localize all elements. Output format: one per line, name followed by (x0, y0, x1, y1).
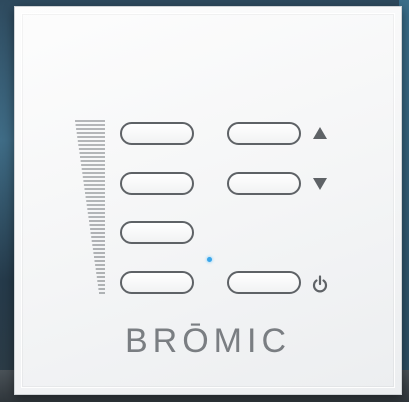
level-4-button[interactable] (120, 271, 194, 294)
control-panel: BRŌMIC (14, 6, 402, 395)
up-button[interactable] (227, 122, 301, 145)
level-3-button[interactable] (120, 221, 194, 244)
status-led (207, 257, 212, 262)
triangle-up-icon (313, 127, 327, 139)
down-button[interactable] (227, 172, 301, 195)
power-button[interactable] (227, 271, 301, 294)
heat-level-indicator-icon (75, 120, 105, 294)
power-icon (312, 275, 328, 293)
level-1-button[interactable] (120, 122, 194, 145)
level-2-button[interactable] (120, 172, 194, 195)
triangle-down-icon (313, 178, 327, 190)
brand-logo: BRŌMIC (125, 322, 291, 360)
